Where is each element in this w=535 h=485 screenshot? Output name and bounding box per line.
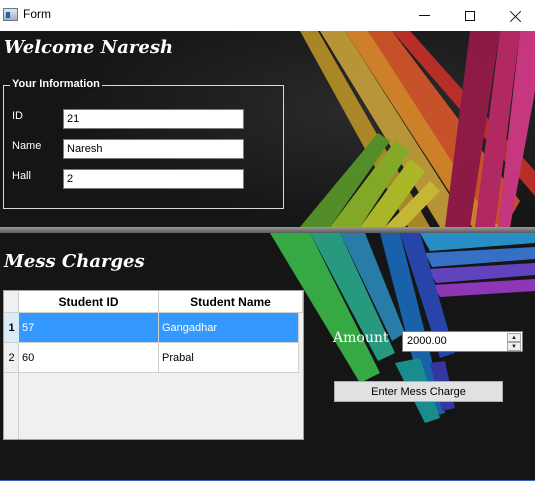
close-icon [510, 10, 522, 22]
window-title: Form [23, 7, 51, 21]
row-header[interactable]: 1 [4, 313, 19, 343]
column-header-student-name[interactable]: Student Name [159, 291, 303, 313]
mess-charges-table[interactable]: Student ID Student Name 1 57 Gangadhar 2… [3, 290, 304, 440]
title-bar: Form [0, 0, 535, 31]
name-label: Name [12, 140, 42, 152]
hall-field[interactable]: 2 [63, 169, 244, 189]
close-button[interactable] [493, 0, 535, 31]
spin-up-icon[interactable]: ▲ [507, 333, 521, 342]
welcome-panel: Welcome Naresh Your Information ID 21 Na… [0, 31, 535, 227]
table-cell-student-id[interactable]: 57 [19, 313, 159, 343]
group-legend: Your Information [10, 78, 102, 90]
name-field[interactable]: Naresh [63, 139, 244, 159]
amount-label: Amount [333, 330, 389, 346]
form-client-area: Welcome Naresh Your Information ID 21 Na… [0, 31, 535, 485]
mess-charges-panel: Mess Charges Student ID Student Name 1 5… [0, 233, 535, 479]
row-header[interactable]: 2 [4, 343, 19, 373]
mess-charges-heading: Mess Charges [4, 251, 145, 272]
app-window-icon [3, 8, 18, 21]
column-header-student-id[interactable]: Student ID [19, 291, 159, 313]
table-cell-student-name[interactable]: Gangadhar [159, 313, 299, 343]
window-bottom-edge [0, 480, 535, 485]
table-cell-student-name[interactable]: Prabal [159, 343, 299, 373]
your-information-group: Your Information ID 21 Name Naresh Hall … [3, 78, 284, 209]
minimize-button[interactable] [401, 0, 447, 31]
enter-mess-charge-button[interactable]: Enter Mess Charge [334, 381, 503, 402]
maximize-button[interactable] [447, 0, 493, 31]
table-cell-student-id[interactable]: 60 [19, 343, 159, 373]
table-corner-button[interactable] [4, 291, 19, 313]
amount-spinbox[interactable]: 2000.00 ▲ ▼ [402, 331, 523, 352]
welcome-heading: Welcome Naresh [4, 37, 174, 58]
minimize-icon [418, 15, 430, 16]
hall-label: Hall [12, 170, 31, 182]
spin-down-icon[interactable]: ▼ [507, 342, 521, 351]
id-field[interactable]: 21 [63, 109, 244, 129]
id-label: ID [12, 110, 23, 122]
amount-value[interactable]: 2000.00 [407, 335, 447, 347]
maximize-icon [465, 10, 475, 21]
